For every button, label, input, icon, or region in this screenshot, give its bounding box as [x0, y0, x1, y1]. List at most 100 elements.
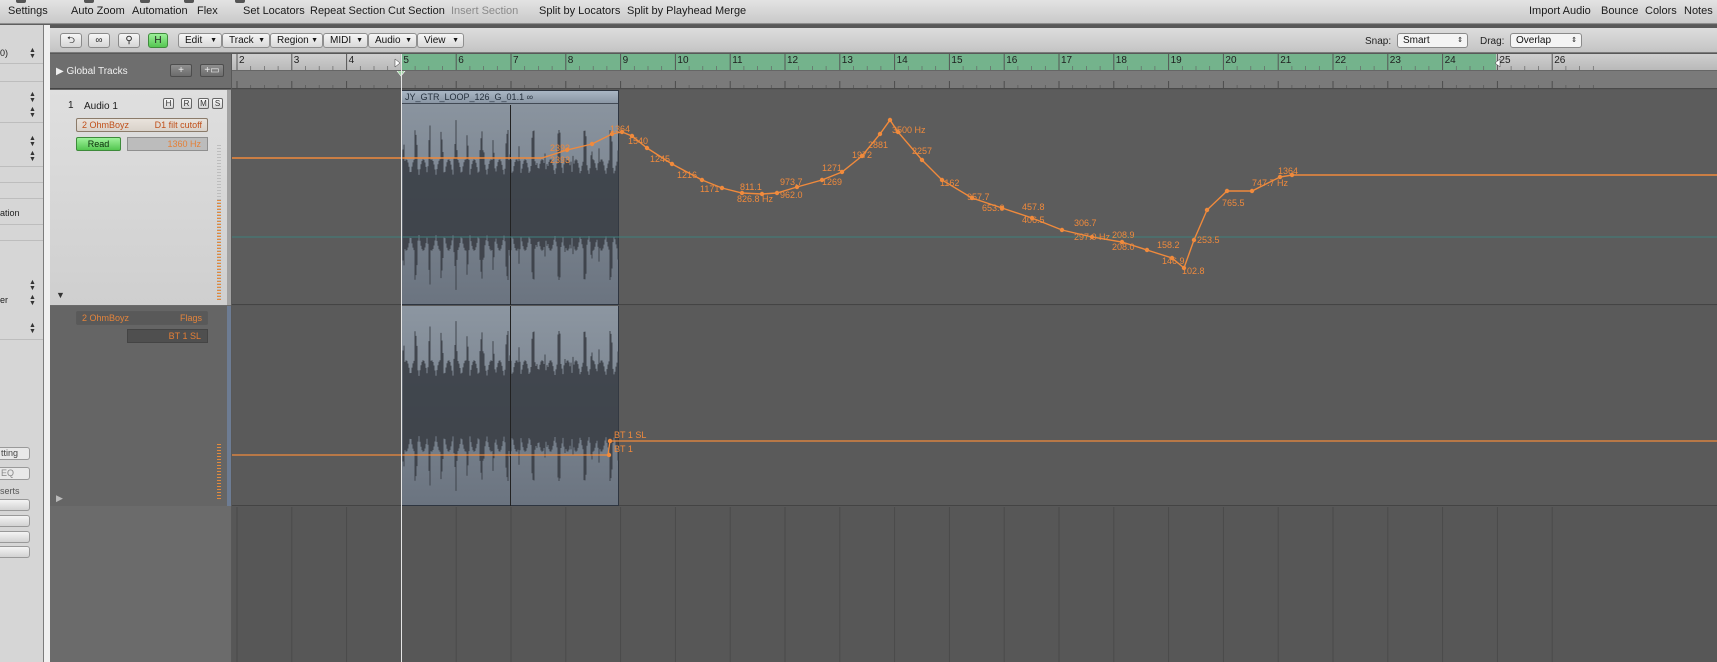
stepper-arrows-icon[interactable]: ▲ ▼ [29, 279, 36, 292]
track-header-area: ▶ Global Tracks + +▭ 1 Audio 1 H R M S 2… [50, 54, 231, 662]
track-menu[interactable]: Track ▼ [222, 33, 270, 48]
divider [0, 224, 43, 225]
hide-tracks-button[interactable]: H [148, 33, 168, 48]
solo-button[interactable]: S [212, 98, 223, 109]
track-header-audio-1[interactable]: 1 Audio 1 H R M S 2 OhmBoyz D1 filt cuto… [50, 90, 231, 305]
drag-select[interactable]: Overlap ⇕ [1510, 33, 1582, 48]
insert-section-button[interactable]: Insert Section [451, 5, 518, 17]
view-menu[interactable]: View ▼ [417, 33, 464, 48]
snap-select[interactable]: Smart ⇕ [1397, 33, 1468, 48]
stepper-arrows-icon[interactable]: ▲ ▼ [29, 47, 36, 60]
divider [0, 166, 43, 167]
edit-menu[interactable]: Edit ▼ [178, 33, 222, 48]
back-icon[interactable]: ⮌ [60, 33, 82, 48]
setting-button[interactable]: tting [0, 447, 30, 460]
insert-slot[interactable] [0, 531, 30, 543]
region-menu-label: Region [277, 35, 309, 46]
automation-value-label: 1540 [628, 136, 648, 146]
automation-button[interactable]: Automation [132, 5, 188, 17]
cut-section-button[interactable]: Cut Section [388, 5, 445, 17]
split-by-playhead-button[interactable]: Split by Playhead [627, 5, 712, 17]
toolbar-separator [140, 0, 150, 3]
stepper-arrows-icon[interactable]: ▲ ▼ [29, 135, 36, 148]
automation-value-field[interactable]: BT 1 SL [127, 329, 208, 343]
mute-button[interactable]: M [198, 98, 209, 109]
insert-slot[interactable] [0, 499, 30, 511]
automation-value-label: 146.9 [1162, 256, 1185, 266]
automation-value-label: 1972 [852, 150, 872, 160]
automation-plugin-label: 2 OhmBoyz [82, 313, 130, 323]
playhead-line[interactable] [401, 54, 402, 662]
repeat-section-button[interactable]: Repeat Section [310, 5, 385, 17]
automation-parameter-select[interactable]: 2 OhmBoyz Flags [76, 311, 208, 325]
track-name[interactable]: Audio 1 [84, 101, 118, 112]
automation-mode-button[interactable]: Read [76, 137, 121, 151]
midi-menu[interactable]: MIDI ▼ [323, 33, 368, 48]
automation-value-label: 1269 [822, 177, 842, 187]
automation-value-label: 208.0 [1112, 242, 1135, 252]
automation-value-label: 765.5 [1222, 198, 1245, 208]
catch-playhead-icon[interactable]: ⚲ [118, 33, 140, 48]
add-view-button[interactable]: +▭ [200, 64, 224, 77]
snap-label: Snap: [1365, 36, 1392, 47]
import-audio-button[interactable]: Import Audio [1529, 5, 1591, 17]
global-tracks-toggle[interactable]: ▶ Global Tracks [56, 66, 128, 77]
eq-slot[interactable]: EQ [0, 467, 30, 480]
marker-ruler[interactable] [232, 71, 1717, 89]
flex-button[interactable]: Flex [197, 5, 218, 17]
bar-ruler[interactable]: 2 3 4 5 6 7 8 9 10 11 12 13 14 15 16 17 18 19 20 21 22 23 24 25… [232, 54, 1717, 71]
collapse-automation-icon[interactable]: ▼ [56, 290, 65, 300]
automation-value-label: 826.8 Hz [737, 194, 774, 204]
audio-menu[interactable]: Audio ▼ [368, 33, 417, 48]
expand-automation-icon[interactable]: ▶ [56, 493, 63, 504]
audio-menu-label: Audio [375, 35, 401, 46]
automation-param-label: Flags [179, 313, 202, 323]
track-header-automation-lane[interactable]: 2 OhmBoyz Flags BT 1 SL ▶ [50, 306, 231, 506]
split-by-locators-button[interactable]: Split by Locators [539, 5, 620, 17]
automation-value-label: 208.9 [1112, 230, 1135, 240]
record-button[interactable]: R [181, 98, 192, 109]
inspector-panel: 0) ▲ ▼ ▲ ▼ ▲ ▼ ▲ ▼ ▲ ▼ ation ▲ ▼ er ▲ ▼ ▲ ▼ ttin… [0, 25, 44, 662]
automation-value-label: 747.7 Hz [1252, 178, 1289, 188]
global-tracks-label: Global Tracks [66, 66, 128, 77]
stepper-arrows-icon[interactable]: ▲ ▼ [29, 150, 36, 163]
merge-button[interactable]: Merge [715, 5, 746, 17]
automation-parameter-select[interactable]: 2 OhmBoyz D1 filt cutoff [76, 118, 208, 132]
track-lanes: JY_GTR_LOOP_126_G_01.1 ∞ 2393 2393 1364 154… [232, 90, 1717, 662]
auto-zoom-button[interactable]: Auto Zoom [71, 5, 125, 17]
insert-slot[interactable] [0, 515, 30, 527]
chevron-down-icon: ▼ [311, 37, 318, 44]
notes-button[interactable]: Notes [1684, 5, 1713, 17]
marker-ruler-ticks [236, 71, 1594, 88]
divider [0, 198, 43, 199]
automation-value-label: 1171 [700, 184, 719, 194]
hide-button[interactable]: H [163, 98, 174, 109]
stepper-arrows-icon[interactable]: ▲ ▼ [29, 294, 36, 307]
stepper-arrows-icon[interactable]: ▲ ▼ [29, 91, 36, 104]
left-locator-icon[interactable] [394, 58, 401, 68]
timeline-area[interactable]: 2 3 4 5 6 7 8 9 10 11 12 13 14 15 16 17 18 19 20 21 22 23 24 25… [232, 54, 1717, 662]
snap-value: Smart [1403, 35, 1430, 46]
set-locators-button[interactable]: Set Locators [243, 5, 305, 17]
automation-curves: 2393 2393 1364 15401245 12161171 811.1 826.8 H… [232, 117, 1717, 458]
automation-value-label: 2393 [550, 143, 570, 153]
chevron-down-icon: ▼ [258, 37, 265, 44]
automation-value-label: 306.7 [1074, 218, 1097, 228]
region-menu[interactable]: Region ▼ [270, 33, 323, 48]
colors-button[interactable]: Colors [1645, 5, 1677, 17]
insert-slot[interactable] [0, 546, 30, 558]
stepper-arrows-icon[interactable]: ▲ ▼ [29, 106, 36, 119]
toolbar-separator [235, 0, 245, 3]
stepper-arrows-icon[interactable]: ▲ ▼ [29, 322, 36, 335]
drag-value: Overlap [1516, 35, 1552, 46]
toolbar-separator [16, 0, 26, 3]
link-icon[interactable]: ∞ [88, 33, 110, 48]
divider [0, 339, 43, 340]
automation-value-field[interactable]: 1360 Hz [127, 137, 208, 151]
add-track-button[interactable]: + [170, 64, 192, 77]
chevron-down-icon: ▼ [452, 37, 459, 44]
settings-button[interactable]: Settings [8, 5, 48, 17]
bounce-button[interactable]: Bounce [1601, 5, 1638, 17]
level-meter-fill [217, 444, 221, 501]
automation-value-label: 406.5 [1022, 215, 1045, 225]
